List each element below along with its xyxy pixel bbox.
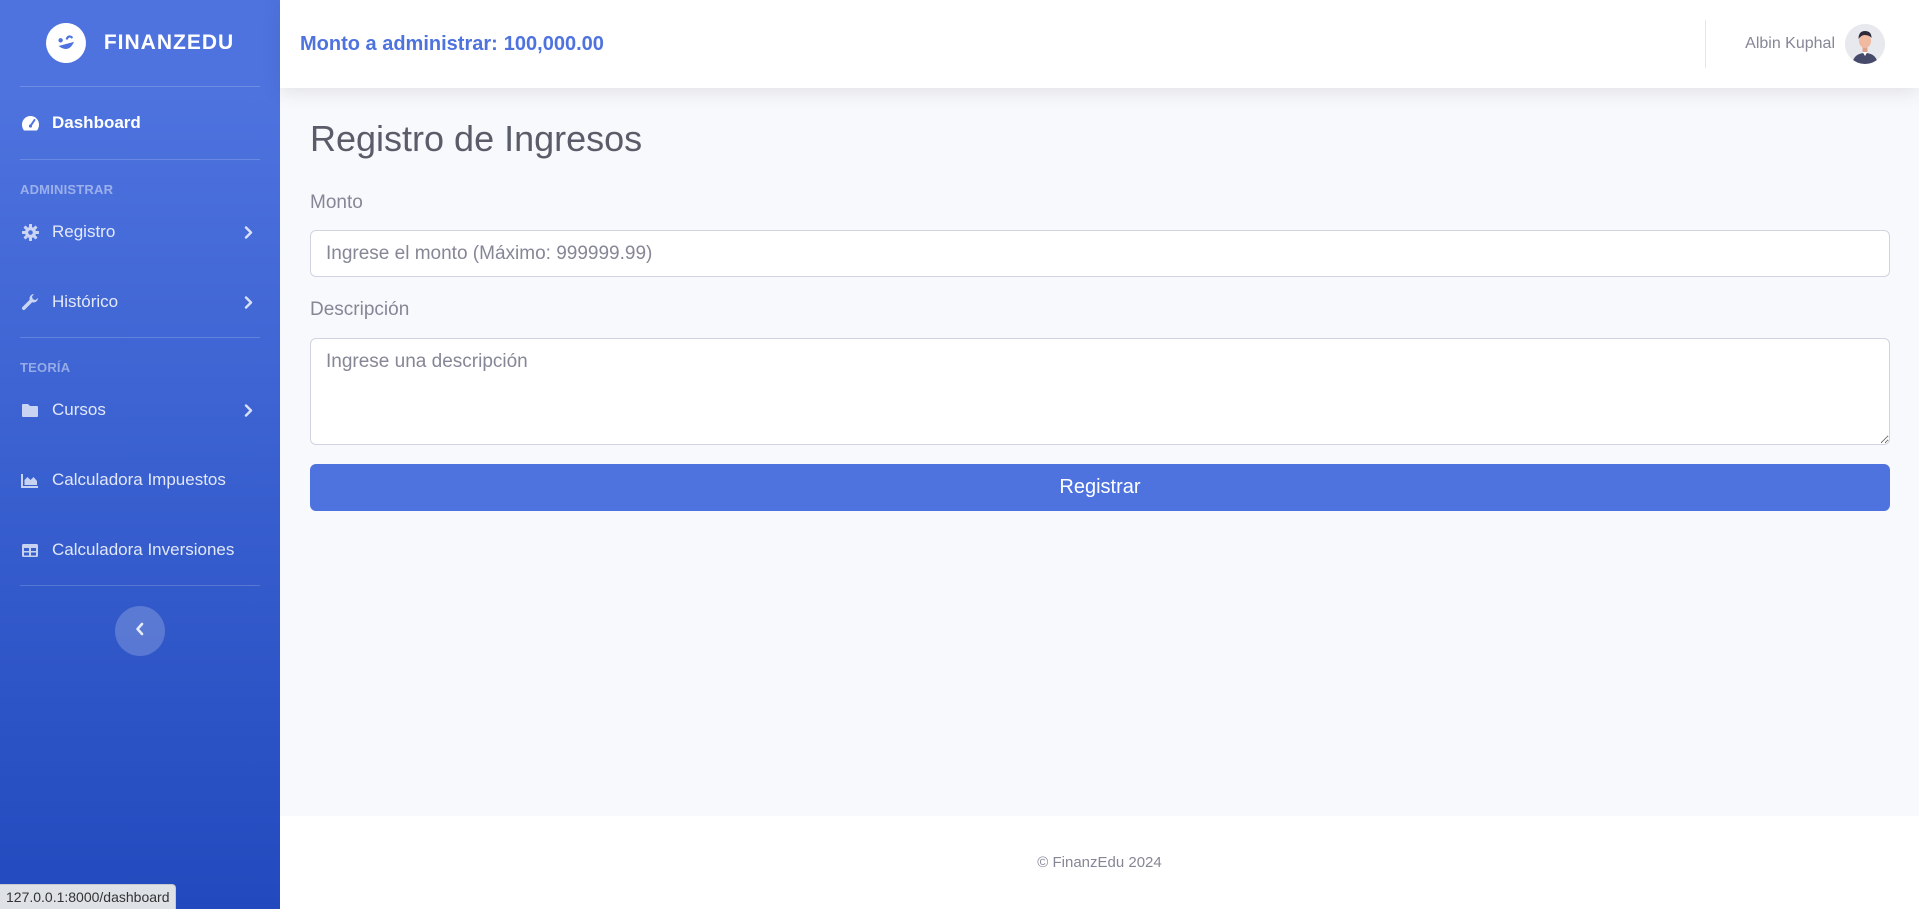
topbar: Monto a administrar: 100,000.00 Albin Kup… <box>280 0 1919 88</box>
brand-name: FINANZEDU <box>103 31 235 54</box>
sidebar-divider <box>20 159 260 160</box>
page-title: Registro de Ingresos <box>310 118 643 159</box>
monto-input[interactable] <box>310 230 1890 277</box>
sidebar-item-calculadora-impuestos[interactable]: Calculadora Impuestos <box>0 445 280 515</box>
sidebar: FINANZEDU Dashboard ADMINISTRAR Registro… <box>0 0 280 909</box>
chevron-left-icon <box>135 622 145 641</box>
monto-value: 100,000.00 <box>503 32 604 55</box>
sidebar-item-dashboard[interactable]: Dashboard <box>0 87 280 159</box>
monto-label: Monto a administrar: <box>300 32 498 55</box>
descripcion-textarea[interactable] <box>310 338 1890 445</box>
sidebar-item-label: Calculadora Impuestos <box>52 470 226 489</box>
tachometer-icon <box>20 113 40 133</box>
registrar-button[interactable]: Registrar <box>310 464 1890 511</box>
status-bar-url: 127.0.0.1:8000/dashboard <box>0 884 177 909</box>
app: FINANZEDU Dashboard ADMINISTRAR Registro… <box>0 0 1919 909</box>
sidebar-toggle-button[interactable] <box>115 606 165 656</box>
main-content: Registro de Ingresos Monto Descripción R… <box>280 88 1919 816</box>
sidebar-item-historico[interactable]: Histórico <box>0 267 280 337</box>
monto-field-label: Monto <box>310 192 363 213</box>
descripcion-field-label: Descripción <box>310 299 410 320</box>
laugh-wink-icon <box>41 18 91 68</box>
chevron-right-icon <box>242 295 254 309</box>
sidebar-item-label: Histórico <box>52 292 119 311</box>
sidebar-item-label: Dashboard <box>52 113 141 132</box>
brand-link[interactable]: FINANZEDU <box>0 0 280 86</box>
topbar-divider <box>1705 20 1706 68</box>
table-icon <box>20 540 40 560</box>
sidebar-item-cursos[interactable]: Cursos <box>0 375 280 445</box>
avatar <box>1845 24 1885 64</box>
wrench-icon <box>20 292 40 312</box>
monto-display: Monto a administrar: 100,000.00 <box>300 33 604 56</box>
sidebar-item-label: Cursos <box>52 400 106 419</box>
footer-copyright: © FinanzEdu 2024 <box>1037 854 1162 871</box>
sidebar-item-label: Calculadora Inversiones <box>52 540 235 559</box>
footer: © FinanzEdu 2024 <box>280 816 1919 909</box>
user-name: Albin Kuphal <box>1745 35 1835 52</box>
sidebar-item-calculadora-inversiones[interactable]: Calculadora Inversiones <box>0 515 280 585</box>
chevron-right-icon <box>242 403 254 417</box>
sidebar-divider <box>20 337 260 338</box>
sidebar-heading-admin: ADMINISTRAR <box>20 182 114 197</box>
sidebar-heading-teoria: TEORÍA <box>20 360 71 375</box>
sidebar-item-registro[interactable]: Registro <box>0 197 280 267</box>
chevron-right-icon <box>242 225 254 239</box>
cog-icon <box>20 222 40 242</box>
sidebar-toggle-wrap <box>0 606 280 656</box>
folder-icon <box>20 400 40 420</box>
chart-area-icon <box>20 470 40 490</box>
sidebar-item-label: Registro <box>52 222 116 241</box>
sidebar-divider <box>20 585 260 586</box>
user-menu[interactable]: Albin Kuphal <box>1745 0 1885 88</box>
